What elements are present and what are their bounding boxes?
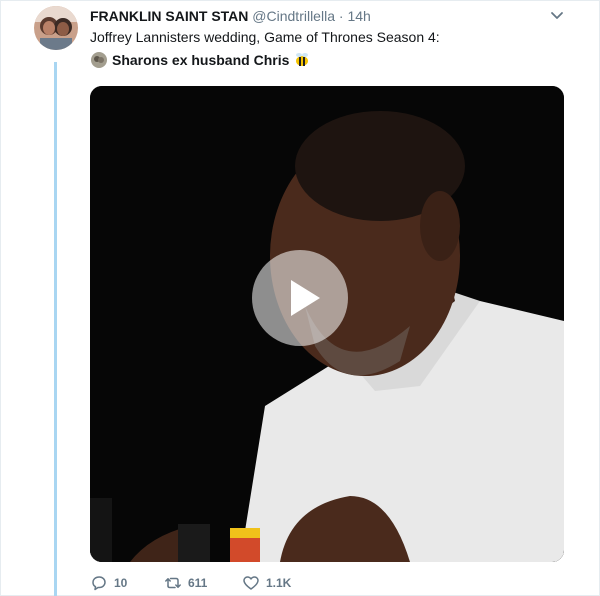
play-icon [291,280,320,316]
tweet-text: Joffrey Lannisters wedding, Game of Thro… [90,29,440,45]
tweet-header: FRANKLIN SAINT STAN @Cindtrillella · 14h [90,8,371,24]
caption-line: Sharons ex husband Chris [90,51,311,69]
timestamp[interactable]: 14h [347,8,370,24]
reply-icon [92,576,106,591]
avatar-emoji-icon [91,52,107,68]
avatar-photo [34,6,78,50]
play-button[interactable] [252,250,348,346]
display-name[interactable]: FRANKLIN SAINT STAN [90,8,248,24]
like-action[interactable]: 1.1K [242,574,291,592]
heart-icon [243,576,259,590]
like-count: 1.1K [266,576,292,590]
bee-emoji-icon [296,53,309,66]
retweet-action[interactable]: 611 [164,574,207,592]
chevron-down-icon[interactable] [548,6,566,24]
caption-text: Sharons ex husband Chris [112,52,290,68]
avatar[interactable] [34,6,78,50]
separator-dot: · [338,8,344,24]
retweet-icon [165,577,181,589]
user-handle[interactable]: @Cindtrillella [252,8,335,24]
thread-line [54,62,57,596]
reply-count: 10 [114,576,128,590]
retweet-count: 611 [188,576,208,590]
reply-action[interactable]: 10 [90,574,127,592]
